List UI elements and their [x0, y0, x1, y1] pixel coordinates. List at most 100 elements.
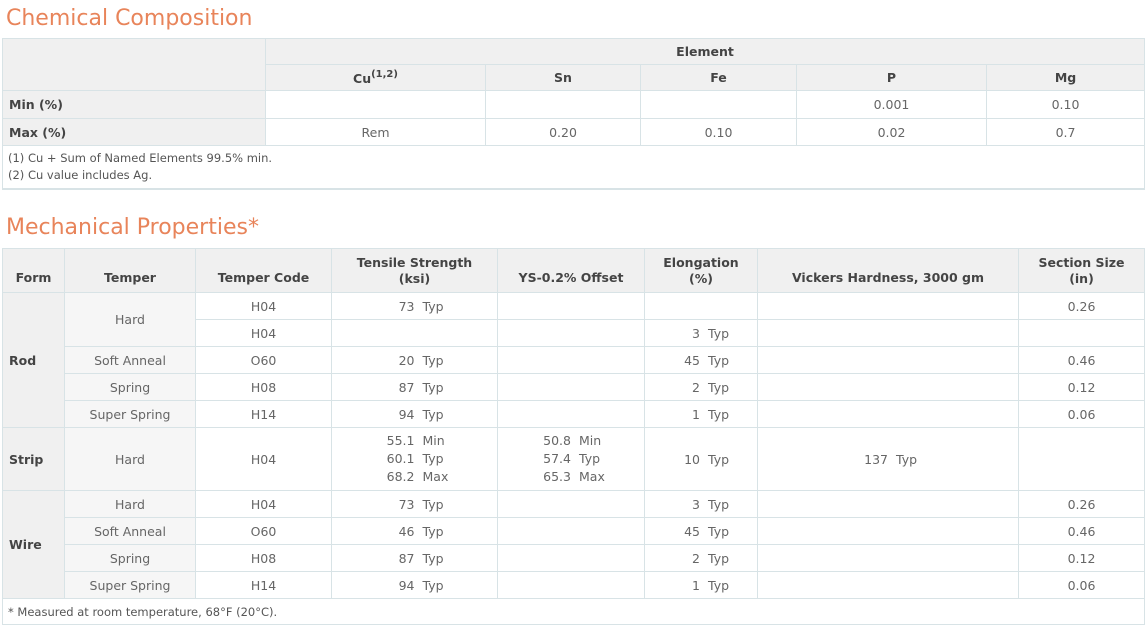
table-row: Soft Anneal O60 20 Typ 45 Typ 0.46 [3, 346, 1145, 374]
column-header-temper: Temper [64, 248, 196, 293]
table-row: Spring H08 87 Typ 2 Typ 0.12 [3, 373, 1145, 401]
cell-min-mg: 0.10 [985, 90, 1145, 119]
cell-max-p: 0.02 [796, 118, 987, 146]
elongation-cell [644, 292, 758, 320]
cell-max-cu: Rem [265, 118, 486, 146]
row-label-min: Min (%) [2, 90, 266, 119]
notes-row: (1) Cu + Sum of Named Elements 99.5% min… [1, 145, 1145, 190]
elongation-cell: 2 Typ [644, 373, 758, 401]
form-wire: Wire [2, 490, 65, 599]
section-size-cell: 0.26 [1018, 292, 1145, 320]
ys-cell [497, 400, 645, 428]
elongation-cell: 45 Typ [644, 517, 758, 545]
notes-cell: (1) Cu + Sum of Named Elements 99.5% min… [1, 145, 1145, 190]
ys-cell [497, 571, 645, 599]
cell-max-fe: 0.10 [640, 118, 797, 146]
column-header-temper-code: Temper Code [195, 248, 332, 293]
footnote-row: * Measured at room temperature, 68°F (20… [2, 598, 1145, 625]
temper-cell: Soft Anneal [64, 346, 196, 374]
temper-code-cell: H08 [195, 373, 332, 401]
ys-cell [497, 490, 645, 518]
table-row: Super Spring H14 94 Typ 1 Typ 0.06 [3, 571, 1145, 599]
section-size-cell [1018, 319, 1145, 347]
vickers-cell [757, 346, 1019, 374]
column-header-fe: Fe [640, 64, 797, 91]
column-header-tensile: Tensile Strength (ksi) [331, 248, 498, 293]
cell-min-sn [485, 90, 641, 119]
vickers-cell [757, 400, 1019, 428]
vickers-cell [757, 292, 1019, 320]
tensile-cell: 87 Typ [331, 544, 498, 572]
column-header-elongation: Elongation (%) [644, 248, 758, 293]
vickers-cell [757, 517, 1019, 545]
tensile-cell: 20 Typ [331, 346, 498, 374]
header-row: Form Temper Temper Code Tensile Strength… [2, 248, 1145, 293]
ys-cell [497, 517, 645, 545]
table-row-min: Min (%) 0.001 0.10 [2, 90, 1145, 119]
elongation-cell: 3 Typ [644, 490, 758, 518]
temper-code-cell: H14 [195, 400, 332, 428]
ys-cell [497, 346, 645, 374]
tensile-cell: 94 Typ [331, 571, 498, 599]
ys-cell [497, 373, 645, 401]
note-2: (2) Cu value includes Ag. [8, 168, 153, 182]
elongation-cell: 45 Typ [644, 346, 758, 374]
column-header-sn: Sn [485, 64, 641, 91]
temper-cell: Super Spring [64, 400, 196, 428]
temper-code-cell: H04 [195, 490, 332, 518]
chemical-composition-title: Chemical Composition [6, 6, 253, 31]
column-header-cu: Cu(1,2) [265, 64, 486, 91]
table-row: Rod Hard H04 73 Typ 0.26 [2, 292, 1145, 428]
section-size-cell: 0.26 [1018, 490, 1145, 518]
elongation-cell: 2 Typ [644, 544, 758, 572]
column-header-vickers: Vickers Hardness, 3000 gm [757, 248, 1019, 293]
table-row: Super Spring H14 94 Typ 1 Typ 0.06 [3, 400, 1145, 428]
vickers-cell [757, 319, 1019, 347]
cell-max-sn: 0.20 [485, 118, 641, 146]
tensile-cell: 73 Typ [331, 490, 498, 518]
elongation-cell: 1 Typ [644, 571, 758, 599]
vickers-cell [757, 571, 1019, 599]
column-header-form: Form [2, 248, 65, 293]
temper-code-cell: H08 [195, 544, 332, 572]
mechanical-properties-title: Mechanical Properties* [6, 215, 259, 240]
tensile-cell [331, 319, 498, 347]
cell-min-p: 0.001 [796, 90, 987, 119]
cell-max-mg: 0.7 [985, 118, 1145, 146]
temper-code-cell: O60 [195, 346, 332, 374]
section-size-cell [1018, 427, 1145, 491]
section-size-cell: 0.12 [1018, 544, 1145, 572]
section-size-cell: 0.06 [1018, 571, 1145, 599]
temper-cell: Hard [64, 427, 196, 491]
note-1: (1) Cu + Sum of Named Elements 99.5% min… [8, 151, 273, 165]
cell-min-cu [265, 90, 486, 119]
tensile-cell: 55.1 Min 60.1 Typ 68.2 Max [331, 427, 498, 491]
temper-cell: Hard [64, 490, 196, 518]
form-rod: Rod [2, 292, 65, 428]
section-size-cell: 0.46 [1018, 346, 1145, 374]
element-group-header: Element [264, 38, 1145, 65]
section-size-cell: 0.12 [1018, 373, 1145, 401]
temper-code-cell: H04 [195, 319, 332, 347]
temper-code-cell: H04 [195, 427, 332, 491]
cell-min-fe [640, 90, 797, 119]
column-header-p: P [796, 64, 987, 91]
section-size-cell: 0.46 [1018, 517, 1145, 545]
row-label-max: Max (%) [2, 118, 266, 146]
elongation-cell: 1 Typ [644, 400, 758, 428]
temper-code-cell: H04 [195, 292, 332, 320]
tensile-cell: 94 Typ [331, 400, 498, 428]
tensile-cell: 87 Typ [331, 373, 498, 401]
vickers-cell [757, 544, 1019, 572]
section-size-cell: 0.06 [1018, 400, 1145, 428]
elongation-cell: 3 Typ [644, 319, 758, 347]
temper-code-cell: H14 [195, 571, 332, 599]
column-header-section-size: Section Size (in) [1018, 248, 1145, 293]
temper-cell: Super Spring [64, 571, 196, 599]
footnote: * Measured at room temperature, 68°F (20… [2, 598, 1145, 625]
temper-cell: Spring [64, 544, 196, 572]
temper-code-cell: O60 [195, 517, 332, 545]
table-row-max: Max (%) Rem 0.20 0.10 0.02 0.7 [2, 118, 1145, 146]
ys-cell [497, 544, 645, 572]
ys-cell [497, 292, 645, 320]
